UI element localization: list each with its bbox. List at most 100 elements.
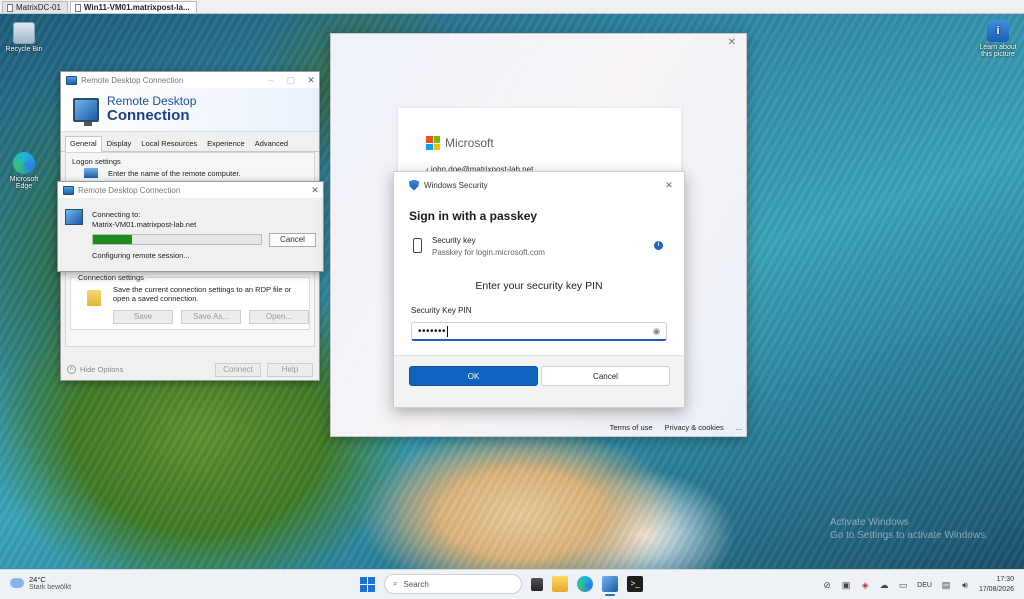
- info-icon: i: [987, 20, 1009, 42]
- logon-settings-label: Logon settings: [72, 157, 121, 166]
- security-icon[interactable]: ◈: [860, 580, 870, 590]
- cloud-icon: [10, 578, 24, 588]
- rdc-monitor-icon: [73, 97, 99, 126]
- weather-widget[interactable]: 24°C Stark bewölkt: [10, 575, 71, 591]
- volume-icon[interactable]: 🔊︎: [960, 580, 970, 590]
- minimize-icon[interactable]: –: [263, 72, 279, 88]
- hide-options-toggle[interactable]: ˄ Hide Options: [67, 365, 123, 374]
- brand-name: Microsoft: [445, 136, 494, 150]
- terms-link[interactable]: Terms of use: [610, 423, 653, 432]
- privacy-link[interactable]: Privacy & cookies: [665, 423, 724, 432]
- start-icon[interactable]: [360, 576, 375, 592]
- file-explorer-icon[interactable]: [552, 576, 568, 592]
- taskbar-apps: ⌕ Search >_: [360, 574, 643, 596]
- session-tab-win11[interactable]: Win11-VM01.matrixpost-la...: [69, 1, 197, 13]
- activate-windows-watermark: Activate Windows Go to Settings to activ…: [830, 516, 988, 542]
- connection-status: Configuring remote session...: [92, 251, 190, 260]
- close-icon[interactable]: ✕: [307, 182, 323, 198]
- terminal-icon[interactable]: >_: [627, 576, 643, 592]
- system-tray: ⊘ ▣ ◈ ☁ ▭ DEU ▤ 🔊︎ 17:30 17/08/2026: [822, 570, 1024, 599]
- save-button[interactable]: Save: [113, 310, 173, 324]
- tab-advanced[interactable]: Advanced: [250, 136, 293, 151]
- dialog-button-bar: OK Cancel: [394, 355, 684, 407]
- rdp-icon: [63, 185, 74, 195]
- network-off-icon[interactable]: ⊘: [822, 580, 832, 590]
- desktop-icon-learn[interactable]: i Learn about this picture: [976, 20, 1020, 58]
- tab-general[interactable]: General: [65, 136, 102, 152]
- ok-button[interactable]: OK: [409, 366, 538, 386]
- tab-display[interactable]: Display: [102, 136, 137, 151]
- microsoft-logo: Microsoft: [426, 136, 494, 150]
- maximize-icon[interactable]: ▢: [283, 72, 299, 88]
- close-icon[interactable]: ✕: [303, 72, 319, 88]
- connect-button[interactable]: Connect: [215, 363, 261, 377]
- display-icon[interactable]: ▭: [898, 580, 908, 590]
- tab-local-resources[interactable]: Local Resources: [136, 136, 202, 151]
- rdc-banner: Remote Desktop Connection: [61, 88, 319, 132]
- microsoft-logo-icon: [426, 136, 440, 150]
- session-tab-label: Win11-VM01.matrixpost-la...: [83, 3, 190, 12]
- edge-icon[interactable]: [577, 576, 593, 592]
- rdp-icon: [66, 75, 77, 85]
- onedrive-icon[interactable]: ☁: [879, 580, 889, 590]
- dialog-header: Windows Security: [424, 180, 488, 190]
- rdc-main-titlebar: Remote Desktop Connection – ▢ ✕: [61, 72, 319, 88]
- desktop-icon-label: Microsoft Edge: [9, 176, 39, 190]
- cancel-button[interactable]: Cancel: [541, 366, 670, 386]
- desktop-icon-label: Recycle Bin: [5, 46, 43, 53]
- save-as-button[interactable]: Save As...: [181, 310, 241, 324]
- security-key-name: Security key: [432, 236, 476, 245]
- more-options-icon[interactable]: ...: [736, 423, 742, 432]
- session-tab-label: MatrixDC-01: [16, 3, 61, 12]
- progress-titlebar: Remote Desktop Connection ✕: [58, 182, 323, 198]
- task-view-icon[interactable]: [531, 577, 543, 591]
- folder-icon: [87, 290, 101, 306]
- language-indicator[interactable]: DEU: [917, 582, 932, 589]
- info-icon[interactable]: i: [654, 241, 663, 250]
- desktop-icon-recycle-bin[interactable]: Recycle Bin: [2, 22, 46, 53]
- help-button[interactable]: Help: [267, 363, 313, 377]
- usb-key-icon: [413, 238, 422, 253]
- weather-condition: Stark bewölkt: [29, 584, 72, 591]
- connecting-to-label: Connecting to:: [92, 210, 141, 219]
- connecting-host: Matrix-VM01.matrixpost-lab.net: [92, 220, 197, 229]
- tab-experience[interactable]: Experience: [202, 136, 250, 151]
- pin-heading: Enter your security key PIN: [475, 280, 603, 292]
- pin-label: Security Key PIN: [411, 306, 472, 315]
- close-icon[interactable]: ✕: [654, 177, 684, 193]
- search-icon: ⌕: [393, 579, 398, 588]
- security-key-desc: Passkey for login.microsoft.com: [432, 248, 545, 257]
- banner-line2: Connection: [107, 107, 190, 124]
- tray-app-icon[interactable]: ▣: [841, 580, 851, 590]
- watermark-line1: Activate Windows: [830, 517, 909, 528]
- progress-bar-fill: [93, 235, 132, 244]
- taskbar: 24°C Stark bewölkt ⌕ Search >_ ⊘ ▣ ◈ ☁ ▭…: [0, 569, 1024, 599]
- session-tab-bar: MatrixDC-01 Win11-VM01.matrixpost-la...: [0, 0, 1024, 14]
- text-caret: [447, 325, 449, 337]
- open-button[interactable]: Open...: [249, 310, 309, 324]
- clock-date: 17/08/2026: [978, 586, 1014, 593]
- security-key-option[interactable]: Security key Passkey for login.microsoft…: [413, 236, 663, 257]
- cancel-connect-button[interactable]: Cancel: [269, 233, 316, 247]
- logon-hint: Enter the name of the remote computer.: [108, 169, 241, 178]
- desktop-icon-label: Learn about this picture: [979, 44, 1017, 58]
- pin-input[interactable]: ••••••• ◉: [411, 322, 667, 341]
- document-icon: [74, 3, 81, 12]
- windows-security-dialog: Windows Security ✕ Sign in with a passke…: [393, 171, 685, 408]
- rdc-monitor-icon: [65, 209, 83, 225]
- network-icon[interactable]: ▤: [941, 580, 951, 590]
- desktop-icon-edge[interactable]: Microsoft Edge: [2, 152, 46, 190]
- rdc-progress-dialog: Remote Desktop Connection ✕ Connecting t…: [57, 181, 324, 272]
- remote-desktop-icon[interactable]: [602, 576, 618, 596]
- taskbar-search[interactable]: ⌕ Search: [384, 574, 522, 594]
- search-placeholder: Search: [403, 579, 429, 589]
- session-tab-matrixdc[interactable]: MatrixDC-01: [2, 1, 68, 13]
- clock[interactable]: 17:30 17/08/2026: [979, 575, 1014, 595]
- pin-value: •••••••: [418, 325, 447, 337]
- reveal-password-icon[interactable]: ◉: [653, 326, 661, 337]
- close-icon[interactable]: ✕: [728, 37, 736, 48]
- progress-bar: [92, 234, 262, 245]
- edge-icon: [13, 152, 35, 174]
- document-icon: [7, 3, 13, 12]
- watermark-line2: Go to Settings to activate Windows.: [830, 530, 988, 541]
